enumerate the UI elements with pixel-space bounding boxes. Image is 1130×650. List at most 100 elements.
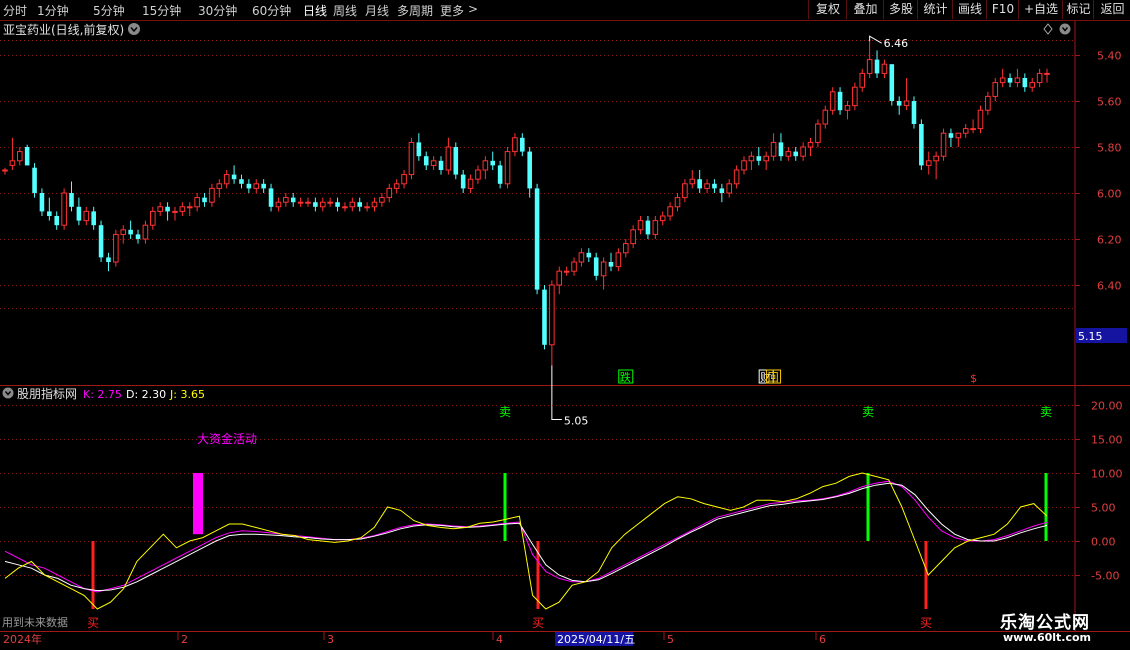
title-dropdown-icon[interactable] bbox=[128, 23, 140, 35]
candle-body-up bbox=[615, 252, 622, 268]
candle-body-up bbox=[283, 197, 289, 203]
candle-body-down bbox=[290, 197, 296, 203]
candle-body-down bbox=[497, 165, 503, 184]
indicator-name: 股朋指标网 bbox=[17, 386, 77, 401]
candle-body-down bbox=[645, 220, 651, 235]
price-annotations: 6.465.05跌 财回 $ bbox=[551, 35, 977, 428]
candle-body-up bbox=[83, 210, 90, 222]
date-label: 2025/04/11/五 bbox=[557, 633, 635, 646]
indicator-tick-label: 20.00 bbox=[1091, 400, 1123, 413]
candle-body-up bbox=[955, 132, 962, 139]
future-data-note: 用到未来数据 bbox=[2, 615, 68, 629]
indicator-tick-label: -5.00 bbox=[1091, 570, 1119, 583]
candlestick-series bbox=[2, 41, 1050, 366]
high-price-label: 6.46 bbox=[884, 37, 909, 50]
buy-signal-label: 买 bbox=[920, 616, 932, 630]
candle-body-up bbox=[970, 128, 976, 131]
candle-body-up bbox=[549, 284, 555, 346]
candle-body-up bbox=[386, 187, 393, 199]
candle-body-up bbox=[844, 105, 851, 111]
candle-body-up bbox=[600, 261, 607, 277]
candle-body-down bbox=[335, 202, 340, 207]
candle-body-up bbox=[467, 178, 474, 189]
candle-body-up bbox=[364, 206, 370, 209]
event-marker-label: 跌 bbox=[620, 370, 631, 384]
indicator-tick-label: 5.00 bbox=[1091, 502, 1116, 515]
candle-body-up bbox=[379, 197, 385, 203]
candle-body-down bbox=[128, 229, 133, 235]
candle-body-down bbox=[697, 179, 702, 189]
candle-body-down bbox=[246, 183, 252, 189]
candle-body-down bbox=[135, 234, 141, 239]
candle-body-up bbox=[962, 128, 969, 134]
sell-signal-label: 卖 bbox=[1040, 405, 1052, 419]
candle-body-up bbox=[319, 201, 326, 208]
buy-signal-label: 买 bbox=[87, 616, 99, 630]
price-tick-label: 6.40 bbox=[1097, 280, 1122, 293]
indicator-lines bbox=[4, 472, 1048, 610]
candle-body-down bbox=[106, 257, 111, 262]
candle-body-up bbox=[674, 197, 681, 208]
candle-body-down bbox=[239, 179, 244, 184]
candle-body-down bbox=[416, 142, 422, 157]
j-value-label: J: 3.65 bbox=[169, 388, 205, 401]
diamond-icon[interactable] bbox=[1043, 23, 1053, 35]
candle-body-up bbox=[253, 183, 260, 189]
candle-body-up bbox=[925, 160, 932, 166]
price-tick-label: 5.80 bbox=[1097, 142, 1122, 155]
watermark-url: www.60lt.com bbox=[1003, 631, 1092, 644]
candle-body-up bbox=[563, 270, 570, 273]
d-value-label: D: 2.30 bbox=[126, 388, 166, 401]
candle-body-down bbox=[268, 188, 274, 207]
candle-body-up bbox=[933, 155, 939, 162]
watermark-title: 乐淘公式网 bbox=[1000, 613, 1090, 633]
candle-body-up bbox=[120, 229, 127, 235]
candle-body-up bbox=[482, 160, 489, 171]
candle-body-up bbox=[785, 151, 792, 157]
candle-body-up bbox=[275, 201, 282, 208]
indicator-tick-label: 15.00 bbox=[1091, 434, 1123, 447]
candle-body-up bbox=[999, 77, 1006, 84]
indicator-menu-icon[interactable] bbox=[2, 387, 14, 399]
candle-body-down bbox=[593, 257, 599, 276]
date-label: 4 bbox=[496, 633, 503, 646]
candle-body-up bbox=[726, 183, 733, 194]
candle-body-up bbox=[704, 183, 710, 189]
high-pointer bbox=[869, 35, 882, 44]
date-label: 6 bbox=[819, 633, 826, 646]
candle-body-down bbox=[542, 289, 547, 345]
candle-body-up bbox=[430, 160, 437, 166]
candle-body-up bbox=[9, 160, 16, 166]
chart-canvas[interactable]: 亚宝药业(日线,前复权) 6.40 6.20 6.00 5.80 5.60 5.40 6.… bbox=[0, 0, 1130, 650]
candle-body-down bbox=[423, 156, 429, 166]
candle-body-up bbox=[342, 206, 348, 209]
candle-body-up bbox=[305, 201, 311, 204]
candle-body-up bbox=[741, 160, 747, 171]
candle-body-up bbox=[408, 141, 415, 176]
candle-body-up bbox=[556, 270, 563, 286]
candle-body-up bbox=[822, 109, 829, 125]
candle-body-up bbox=[571, 261, 577, 272]
candle-body-up bbox=[815, 123, 821, 143]
price-tick-label: 6.20 bbox=[1097, 234, 1122, 247]
current-price-label: 5.15 bbox=[1078, 330, 1103, 343]
candle-body-down bbox=[911, 101, 917, 124]
candle-body-up bbox=[630, 229, 636, 245]
candle-body-up bbox=[113, 233, 119, 263]
dividend-marker: $ bbox=[970, 372, 977, 385]
candle-body-up bbox=[578, 252, 585, 263]
candle-body-up bbox=[327, 201, 333, 204]
candle-body-up bbox=[829, 91, 836, 111]
price-axis: 6.40 6.20 6.00 5.80 5.60 5.40 bbox=[1075, 50, 1122, 293]
candle-body-down bbox=[534, 188, 540, 290]
candle-body-up bbox=[682, 183, 688, 199]
candle-body-up bbox=[985, 95, 991, 111]
candle-body-down bbox=[313, 202, 318, 207]
candle-body-up bbox=[194, 197, 200, 208]
candle-body-down bbox=[712, 183, 717, 189]
candle-body-down bbox=[460, 174, 466, 189]
candle-body-up bbox=[209, 187, 215, 203]
candle-body-up bbox=[748, 155, 755, 162]
candle-body-down bbox=[919, 124, 924, 166]
panel-menu-icon[interactable] bbox=[1059, 23, 1071, 35]
